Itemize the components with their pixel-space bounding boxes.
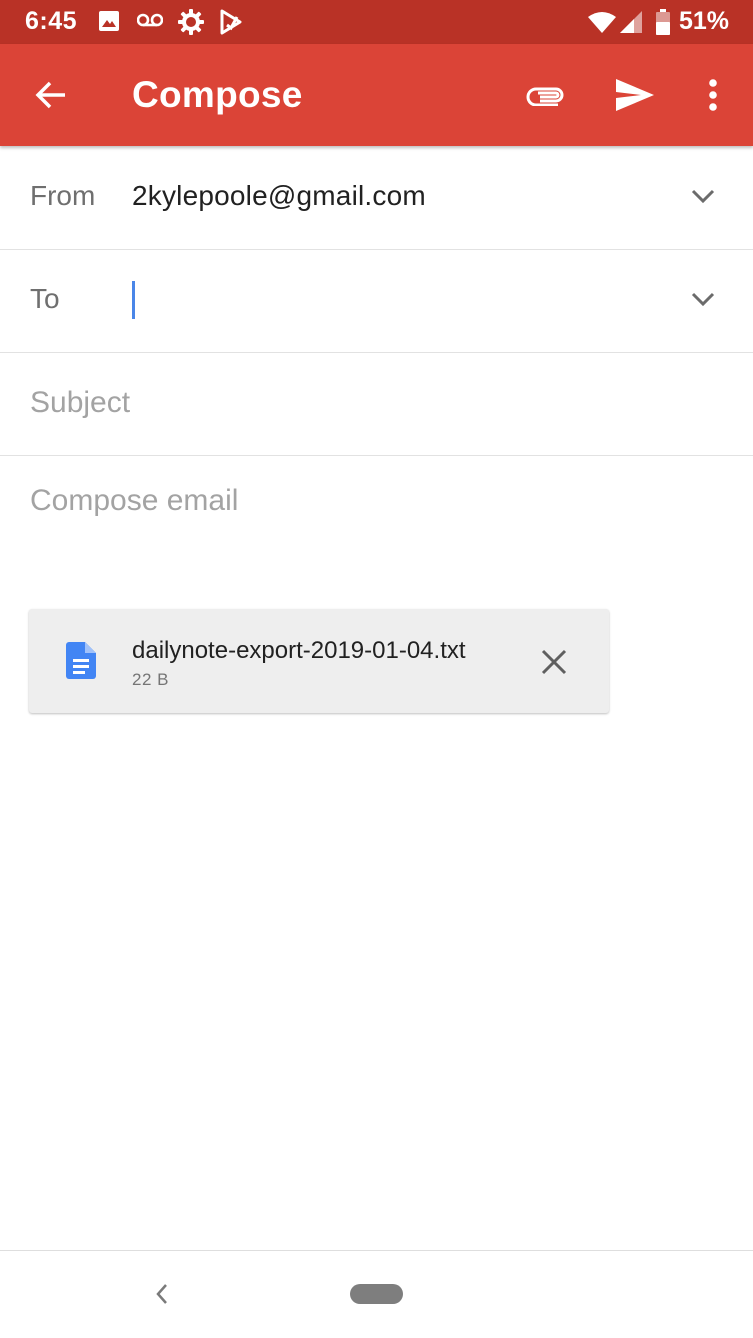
attachment-file-size: 22 B [132, 670, 169, 689]
document-icon [66, 642, 96, 684]
subject-input[interactable]: Subject [30, 386, 130, 420]
battery-percentage: 51% [678, 7, 729, 35]
app-bar: Compose [0, 44, 753, 146]
to-label: To [30, 283, 60, 314]
more-options-button[interactable] [684, 66, 742, 124]
attach-icon [526, 87, 564, 106]
from-label: From [30, 180, 96, 211]
to-row[interactable]: To [0, 249, 753, 353]
voicemail-icon [136, 13, 164, 34]
nav-back-button[interactable] [150, 1279, 174, 1314]
battery-icon [655, 9, 671, 40]
system-nav-bar [0, 1250, 753, 1338]
back-button[interactable] [22, 66, 80, 124]
status-bar: 6:45 51% [0, 0, 753, 44]
subject-row[interactable]: Subject [0, 352, 753, 456]
nav-home-button[interactable] [350, 1284, 403, 1304]
remove-attachment-button[interactable] [534, 642, 574, 682]
compose-screen: 6:45 51% Compose From 2kylepoole@gmail.c… [0, 0, 753, 1338]
attachment-file-name: dailynote-export-2019-01-04.txt [132, 637, 466, 664]
status-time: 6:45 [25, 7, 78, 35]
wifi-icon [588, 11, 616, 38]
more-vert-icon [709, 79, 717, 111]
nav-back-icon [156, 1284, 167, 1304]
from-row[interactable]: From 2kylepoole@gmail.com [0, 146, 753, 250]
chevron-down-icon[interactable] [689, 184, 717, 208]
attach-button[interactable] [517, 66, 575, 124]
back-icon [35, 81, 65, 109]
signal-icon [620, 11, 644, 38]
close-icon [541, 649, 567, 675]
from-value: 2kylepoole@gmail.com [132, 180, 426, 211]
text-cursor [132, 281, 135, 319]
send-button[interactable] [606, 66, 664, 124]
settings-icon [177, 8, 205, 41]
compose-body-input[interactable]: Compose email [30, 484, 238, 518]
play-store-icon [220, 9, 242, 40]
chevron-down-icon[interactable] [689, 287, 717, 311]
send-icon [616, 79, 654, 111]
page-title: Compose [132, 74, 303, 115]
image-icon [98, 10, 120, 37]
attachment-card[interactable]: dailynote-export-2019-01-04.txt 22 B [29, 609, 609, 713]
